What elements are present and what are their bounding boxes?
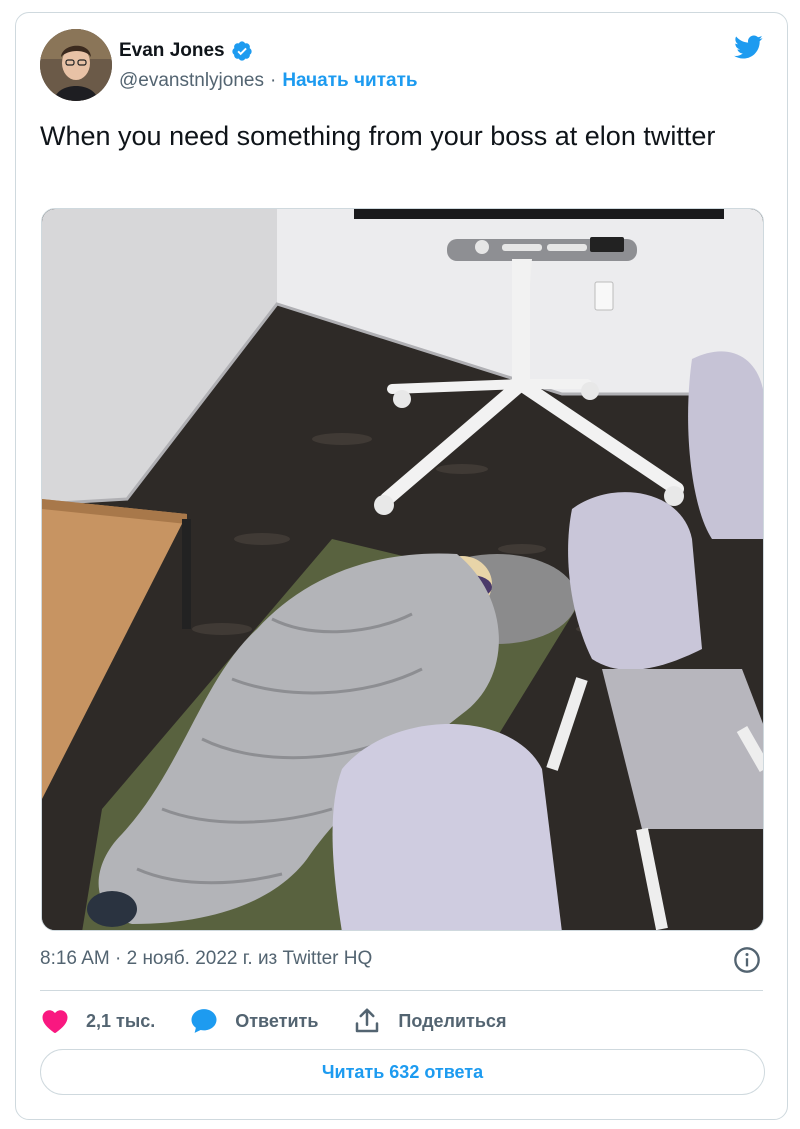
tweet-timestamp[interactable]: 8:16 AM · 2 нояб. 2022 г. из Twitter HQ xyxy=(40,948,372,970)
read-replies-label: Читать 632 ответа xyxy=(321,1061,484,1082)
author-handle[interactable]: @evanstnlyjones xyxy=(119,70,264,92)
twitter-bird-icon[interactable] xyxy=(731,32,765,62)
like-button[interactable]: 2,1 тыс. xyxy=(40,1006,155,1036)
separator-dot: · xyxy=(269,70,277,91)
author-handle-row: @evanstnlyjones · Начать читать xyxy=(119,70,418,92)
share-label: Поделиться xyxy=(398,1010,507,1031)
author-name[interactable]: Evan Jones xyxy=(119,40,225,62)
verified-badge-icon xyxy=(231,41,252,61)
share-button[interactable]: Поделиться xyxy=(352,1006,506,1036)
action-bar: 2,1 тыс. Ответить Поделиться xyxy=(40,1005,540,1037)
tweet-text: When you need something from your boss a… xyxy=(40,121,716,151)
author-name-row[interactable]: Evan Jones xyxy=(119,40,253,62)
info-icon[interactable] xyxy=(733,946,761,974)
tweet-photo[interactable] xyxy=(41,208,764,931)
heart-icon xyxy=(42,1010,68,1033)
avatar[interactable] xyxy=(40,29,112,101)
like-count: 2,1 тыс. xyxy=(86,1010,156,1031)
tweet-embed-card: Evan Jones @evanstnlyjones · Начать чита… xyxy=(15,12,788,1120)
speech-bubble-icon xyxy=(191,1009,217,1033)
reply-button[interactable]: Ответить xyxy=(189,1006,318,1036)
reply-label: Ответить xyxy=(235,1010,319,1031)
divider xyxy=(40,990,763,991)
follow-link[interactable]: Начать читать xyxy=(282,70,417,92)
share-icon xyxy=(356,1008,379,1033)
read-replies-button[interactable]: Читать 632 ответа xyxy=(40,1049,765,1095)
